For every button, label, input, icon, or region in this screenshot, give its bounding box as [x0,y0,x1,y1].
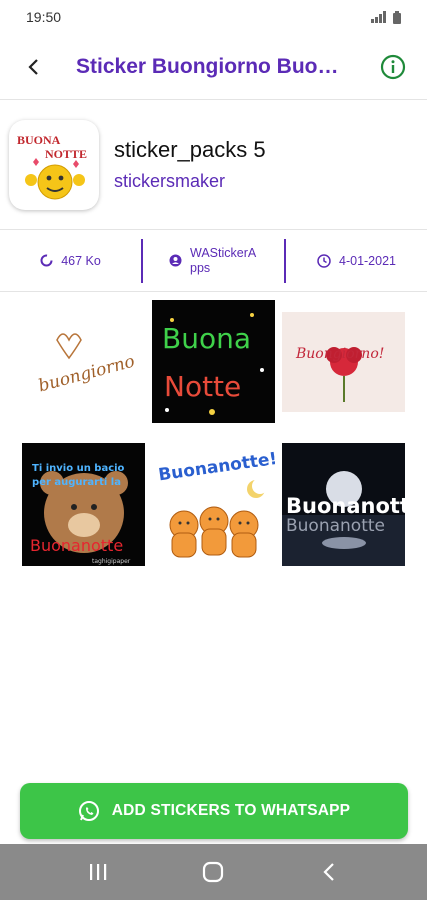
sticker-grid: buongiorno Buona Notte Buongiorno! Ti in… [22,300,414,566]
pack-name: sticker_packs 5 [114,137,266,162]
app-toolbar: Sticker Buongiorno Buo… [0,34,427,100]
pack-date-text: 4-01-2021 [339,253,396,268]
sticker-item[interactable]: Buongiorno! [282,300,405,423]
sticker-text: Notte [164,370,241,403]
sticker-text: taghigipaper [92,558,131,565]
pack-date: 4-01-2021 [286,239,427,283]
sticker-text: per augurarti la [32,477,121,488]
pack-publisher-text: WAStickerApps [190,245,257,275]
signal-icon [371,11,386,23]
sticker-item[interactable]: Ti invio un bacio per augurarti la Buona… [22,443,145,566]
whatsapp-icon [78,801,99,821]
system-back-button[interactable] [299,850,359,894]
recents-button[interactable] [68,850,128,894]
sticker-text: Buongiorno! [295,346,384,362]
clock-icon [317,253,331,268]
sticker-item[interactable]: Buona Notte [152,300,275,423]
back-arrow-icon [28,58,38,75]
sticker-text: Buonanotte [30,536,123,555]
chevron-left-icon [323,863,334,881]
loading-circle-icon [40,254,53,267]
pack-meta-row: 467 Ko WAStickerApps 4-01-2021 [0,230,427,292]
sticker-item[interactable]: Buonanotte! [152,443,275,566]
sticker-text: Buona [162,322,251,355]
pack-size: 467 Ko [0,239,141,283]
page-title: Sticker Buongiorno Buo… [76,54,339,78]
pack-publisher: WAStickerApps [143,239,284,283]
status-time: 19:50 [26,9,62,25]
system-nav-bar [0,844,427,900]
add-button-label: ADD STICKERS TO WHATSAPP [111,802,351,819]
sticker-item[interactable]: buongiorno [22,300,145,423]
sticker-text: Ti invio un bacio [32,463,125,474]
pack-tray-image: BUONA NOTTE [9,119,99,210]
sticker-item[interactable]: Buonanotte.. Buonanotte [282,443,405,566]
tray-text-buona: BUONA [17,133,61,147]
person-icon [169,254,182,267]
sticker-text: Buonanotte [286,516,385,536]
pack-header: BUONA NOTTE sticker_packs 5 stickersmake… [0,100,427,230]
pack-author: stickersmaker [114,171,226,191]
recents-icon [89,864,107,880]
status-icons [371,10,401,24]
info-button[interactable] [369,43,417,91]
pack-size-text: 467 Ko [61,253,101,268]
sticker-text: Buonanotte.. [286,494,405,518]
tray-text-notte: NOTTE [45,147,87,161]
home-icon [203,861,224,883]
info-icon [380,54,406,79]
add-to-whatsapp-button[interactable]: ADD STICKERS TO WHATSAPP [20,783,408,839]
home-button[interactable] [183,850,243,894]
battery-icon [393,10,401,24]
status-bar: 19:50 [0,0,427,34]
back-button[interactable] [6,39,62,95]
